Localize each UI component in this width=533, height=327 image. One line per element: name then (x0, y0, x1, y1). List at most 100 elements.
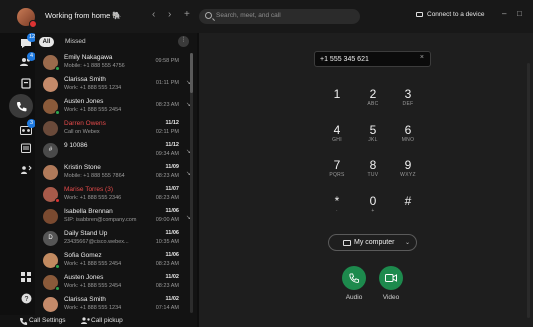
call-list-item[interactable]: Clarissa Smith Work: +1 888 555 1234 11/02… (35, 294, 191, 316)
dialpad-key[interactable]: 3 DEF (393, 87, 423, 113)
dialpad-letters: PQRS (329, 172, 345, 178)
call-list-item[interactable]: Austen Jones Work: +1 888 555 2454 11/02 08… (35, 272, 191, 294)
add-icon[interactable]: + (184, 9, 190, 20)
call-list-item[interactable]: Austen Jones Work: +1 888 555 2454 08:23 A… (35, 96, 191, 118)
call-date: 11/06 (165, 208, 179, 214)
call-date: 11/02 (165, 274, 179, 280)
dialpad-key[interactable]: 1 (322, 87, 352, 113)
dialpad-digit: 5 (369, 123, 377, 137)
audio-label: Audio (345, 294, 363, 301)
more-options-icon[interactable]: ⋮ (178, 36, 189, 47)
meetings-icon[interactable] (19, 141, 33, 155)
dial-number-text: +1 555 345 621 (320, 56, 369, 63)
presence-status-icon (55, 264, 60, 269)
chevron-down-icon: ⌄ (405, 240, 411, 246)
dialpad-panel: +1 555 345 621 × 1 2 ABC 3 DEF 4 GHI 5 JKL 6 MNO 7 P… (199, 33, 533, 327)
dialpad-letters: ABC (367, 101, 379, 107)
call-time: 09:00 AM (155, 217, 179, 223)
filter-missed-button[interactable]: Missed (65, 38, 86, 45)
call-list-item[interactable]: Emily Nakagawa Mobile: +1 888 555 4756 09:… (35, 52, 191, 74)
dialpad-letters: GHI (332, 137, 342, 143)
device-selector[interactable]: My computer ⌄ (328, 234, 417, 251)
dialpad-digit: # (404, 194, 412, 208)
status-message[interactable]: Working from home 🐘 (45, 11, 122, 20)
dialpad-letters: TUV (367, 172, 379, 178)
call-settings-icon (20, 318, 28, 325)
call-list-item[interactable]: Kristin Stone Mobile: +1 888 555 7864 11/0… (35, 162, 191, 184)
dialpad-key[interactable]: 4 GHI (322, 123, 352, 149)
call-footer: Call Settings Call pickup (0, 315, 197, 327)
call-time: 08:23 AM (155, 195, 179, 201)
call-time: 02:11 PM (155, 129, 179, 135)
call-list-item[interactable]: D Daily Stand Up 23435667@cisco.webex... 11… (35, 228, 191, 250)
call-date: 11/06 (165, 252, 179, 258)
call-settings-button[interactable]: Call Settings (29, 317, 66, 324)
call-pickup-button[interactable]: Call pickup (91, 317, 123, 324)
call-date: 11/12 (165, 120, 179, 126)
calendar-app-icon[interactable] (19, 76, 33, 90)
avatar: # (43, 143, 58, 158)
navigation-rail: 12 4 3 ? (0, 33, 38, 327)
dialpad-digit: 8 (369, 158, 377, 172)
caller-name: Darren Owens (64, 120, 106, 127)
back-icon[interactable]: ‹ (152, 9, 155, 20)
presence-status-icon (55, 198, 60, 203)
dialpad-key[interactable]: 5 JKL (358, 123, 388, 149)
avatar: D (43, 231, 58, 246)
presence-status-icon (55, 286, 60, 291)
audio-call-button[interactable] (342, 266, 366, 290)
caller-name: Daily Stand Up (64, 230, 108, 237)
dialpad-key[interactable]: * · (322, 194, 352, 220)
caller-number: Work: +1 888 555 2454 (64, 283, 122, 289)
dialpad-scrollbar[interactable] (527, 63, 530, 318)
filter-all-button[interactable]: All (39, 37, 54, 47)
clear-icon[interactable]: × (420, 54, 424, 61)
device-selector-label: My computer (354, 239, 395, 246)
dialpad-key[interactable]: # (393, 194, 423, 220)
call-list-item[interactable]: Darren Owens Call on Webex 11/12 02:11 PM (35, 118, 191, 140)
presence-status-icon (55, 66, 60, 71)
dial-number-input[interactable]: +1 555 345 621 × (314, 51, 431, 67)
calling-icon[interactable] (14, 99, 28, 113)
dialpad-digit: 9 (404, 158, 412, 172)
dialpad-key[interactable]: 9 WXYZ (393, 158, 423, 184)
call-list-item[interactable]: Clarissa Smith Work: +1 888 555 1234 01:11… (35, 74, 191, 96)
call-list-item[interactable]: Sofia Gomez Work: +1 888 555 2454 11/06 08:… (35, 250, 191, 272)
call-date: 11/12 (165, 142, 179, 148)
call-date: 11/06 (165, 230, 179, 236)
call-time: 08:23 AM (155, 261, 179, 267)
contacts-icon[interactable] (19, 163, 33, 177)
minimize-button[interactable]: – (502, 9, 506, 18)
call-time: 08:23 AM (155, 283, 179, 289)
dialpad-letters: MNO (401, 137, 415, 143)
caller-number: Work: +1 888 555 2454 (64, 261, 122, 267)
dialpad-key[interactable]: 0 + (358, 194, 388, 220)
caller-name: 9 10086 (64, 142, 88, 149)
search-input[interactable]: Search, meet, and call (199, 9, 360, 24)
dialpad-key[interactable]: 6 MNO (393, 123, 423, 149)
call-list-item[interactable]: #9 10086 11/12 09:34 AM ↘ (35, 140, 191, 162)
device-icon (416, 12, 423, 17)
dialpad-letters: WXYZ (400, 172, 416, 178)
connect-to-device-button[interactable]: Connect to a device (427, 11, 484, 18)
call-list-item[interactable]: Marise Torres (3) Work: +1 888 555 2346 11… (35, 184, 191, 206)
maximize-button[interactable]: □ (517, 9, 522, 18)
caller-number: Call on Webex (64, 129, 100, 135)
dialpad-digit: 0 (369, 194, 377, 208)
caller-number: Work: +1 888 555 2346 (64, 195, 122, 201)
help-icon[interactable]: ? (19, 291, 33, 305)
call-time: 08:23 AM (155, 173, 179, 179)
avatar (43, 121, 58, 136)
dialpad-letters: · (336, 208, 338, 214)
forward-icon[interactable]: › (168, 9, 171, 20)
call-list-item[interactable]: Isabella Brennan SIP: isabbren@company.co… (35, 206, 191, 228)
presence-status-icon (55, 110, 60, 115)
dialpad-digit: * (334, 194, 340, 208)
apps-icon[interactable] (19, 270, 33, 284)
call-time: 01:11 PM (155, 80, 179, 86)
dialpad-key[interactable]: 8 TUV (358, 158, 388, 184)
video-call-button[interactable] (379, 266, 403, 290)
dialpad-key[interactable]: 2 ABC (358, 87, 388, 113)
dialpad-key[interactable]: 7 PQRS (322, 158, 352, 184)
list-scrollbar-thumb[interactable] (190, 53, 193, 93)
